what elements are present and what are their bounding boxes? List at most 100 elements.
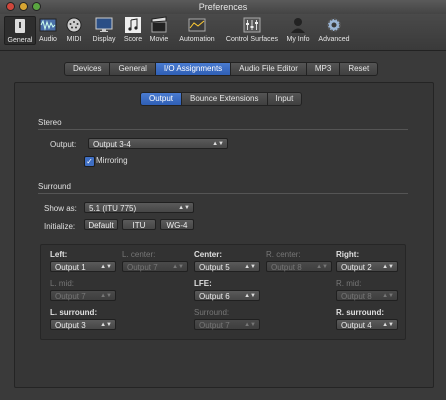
surround-output-popup: Output 7 ▲▼ — [194, 319, 260, 330]
stereo-output-popup[interactable]: Output 3-4 ▲▼ — [88, 138, 228, 149]
r-surround-output-value: Output 4 — [341, 321, 372, 330]
init-default-button[interactable]: Default — [84, 219, 118, 230]
lfe-output-value: Output 6 — [199, 292, 230, 301]
chevron-updown-icon: ▲▼ — [212, 141, 224, 147]
right-output-popup[interactable]: Output 2 ▲▼ — [336, 261, 398, 272]
sub-tabs: Output Bounce Extensions Input — [140, 92, 303, 106]
stereo-output-value: Output 3-4 — [93, 140, 131, 149]
monitor-icon — [95, 17, 113, 32]
show-as-value: 5.1 (ITU 775) — [89, 204, 137, 213]
subtab-input[interactable]: Input — [267, 92, 303, 106]
subtab-bounce-extensions[interactable]: Bounce Extensions — [182, 92, 268, 106]
zoom-button[interactable] — [32, 2, 41, 11]
show-as-popup[interactable]: 5.1 (ITU 775) ▲▼ — [84, 202, 194, 213]
tab-mp3[interactable]: MP3 — [306, 62, 341, 76]
automation-curve-icon — [188, 18, 206, 32]
l-mid-output-value: Output 7 — [55, 292, 86, 301]
main-tabs: Devices General I/O Assignments Audio Fi… — [64, 62, 379, 76]
chevron-updown-icon: ▲▼ — [100, 322, 112, 328]
mirroring-label: Mirroring — [96, 156, 128, 165]
left-output-popup[interactable]: Output 1 ▲▼ — [50, 261, 116, 272]
left-label: Left: — [50, 250, 68, 259]
lfe-label: LFE: — [194, 279, 212, 288]
tab-audio-file-editor[interactable]: Audio File Editor — [231, 62, 307, 76]
chevron-updown-icon: ▲▼ — [382, 264, 394, 270]
toolbar: General Audio MIDI Display Score Movie A… — [0, 14, 446, 51]
r-surround-output-popup[interactable]: Output 4 ▲▼ — [336, 319, 398, 330]
surround-divider — [38, 193, 408, 194]
r-surround-label: R. surround: — [336, 308, 384, 317]
surround-label: Surround: — [194, 308, 230, 317]
lfe-output-popup[interactable]: Output 6 ▲▼ — [194, 290, 260, 301]
mixer-faders-icon — [243, 17, 261, 33]
l-center-label: L. center: — [122, 250, 156, 259]
l-surround-output-popup[interactable]: Output 3 ▲▼ — [50, 319, 116, 330]
l-center-output-popup: Output 7 ▲▼ — [122, 261, 188, 272]
surround-output-value: Output 7 — [199, 321, 230, 330]
l-surround-label: L. surround: — [50, 308, 98, 317]
r-center-output-popup: Output 8 ▲▼ — [266, 261, 332, 272]
chevron-updown-icon: ▲▼ — [178, 205, 190, 211]
toolbar-score[interactable]: Score — [122, 16, 144, 43]
gear-icon — [327, 18, 341, 32]
stereo-heading: Stereo — [38, 118, 62, 127]
tab-devices[interactable]: Devices — [64, 62, 111, 76]
chevron-updown-icon: ▲▼ — [382, 293, 394, 299]
toolbar-my-info[interactable]: My Info — [285, 16, 311, 43]
toolbar-audio[interactable]: Audio — [37, 16, 59, 43]
tab-reset[interactable]: Reset — [340, 62, 379, 76]
initialize-label: Initialize: — [44, 222, 76, 231]
r-center-output-value: Output 8 — [271, 263, 302, 272]
mirroring-checkbox[interactable]: ✓ — [84, 156, 95, 167]
switch-icon — [15, 19, 25, 33]
close-button[interactable] — [6, 2, 15, 11]
surround-heading: Surround — [38, 182, 71, 191]
l-mid-output-popup: Output 7 ▲▼ — [50, 290, 116, 301]
stereo-divider — [38, 129, 408, 130]
r-mid-output-value: Output 8 — [341, 292, 372, 301]
music-note-icon — [125, 17, 141, 33]
waveform-icon — [39, 18, 57, 32]
l-mid-label: L. mid: — [50, 279, 75, 288]
left-output-value: Output 1 — [55, 263, 86, 272]
show-as-label: Show as: — [44, 204, 77, 213]
tab-io-assignments[interactable]: I/O Assignments — [155, 62, 232, 76]
init-itu-button[interactable]: ITU — [122, 219, 156, 230]
subtab-output[interactable]: Output — [140, 92, 183, 106]
preferences-window: Preferences General Audio MIDI Display S… — [0, 0, 446, 400]
clapperboard-icon — [151, 16, 167, 33]
chevron-updown-icon: ▲▼ — [244, 293, 256, 299]
tab-general[interactable]: General — [110, 62, 156, 76]
stereo-output-label: Output: — [50, 140, 77, 149]
chevron-updown-icon: ▲▼ — [244, 264, 256, 270]
r-center-label: R. center: — [266, 250, 301, 259]
chevron-updown-icon: ▲▼ — [382, 322, 394, 328]
right-output-value: Output 2 — [341, 263, 372, 272]
chevron-updown-icon: ▲▼ — [100, 293, 112, 299]
toolbar-midi[interactable]: MIDI — [64, 16, 84, 43]
toolbar-general[interactable]: General — [4, 16, 36, 45]
toolbar-display[interactable]: Display — [91, 16, 117, 43]
toolbar-advanced[interactable]: Advanced — [316, 16, 352, 43]
toolbar-movie[interactable]: Movie — [148, 16, 170, 43]
minimize-button[interactable] — [19, 2, 28, 11]
chevron-updown-icon: ▲▼ — [100, 264, 112, 270]
chevron-updown-icon: ▲▼ — [316, 264, 328, 270]
r-mid-label: R. mid: — [336, 279, 362, 288]
chevron-updown-icon: ▲▼ — [244, 322, 256, 328]
l-surround-output-value: Output 3 — [55, 321, 86, 330]
center-output-value: Output 5 — [199, 263, 230, 272]
window-title: Preferences — [198, 2, 248, 12]
toolbar-automation[interactable]: Automation — [176, 16, 218, 43]
window-controls — [6, 2, 41, 11]
center-label: Center: — [194, 250, 223, 259]
init-wg4-button[interactable]: WG-4 — [160, 219, 194, 230]
midi-port-icon — [66, 17, 82, 33]
right-label: Right: — [336, 250, 360, 259]
person-icon — [291, 18, 305, 33]
title-bar: Preferences — [0, 0, 446, 14]
r-mid-output-popup: Output 8 ▲▼ — [336, 290, 398, 301]
center-output-popup[interactable]: Output 5 ▲▼ — [194, 261, 260, 272]
toolbar-control-surfaces[interactable]: Control Surfaces — [223, 16, 281, 43]
l-center-output-value: Output 7 — [127, 263, 158, 272]
